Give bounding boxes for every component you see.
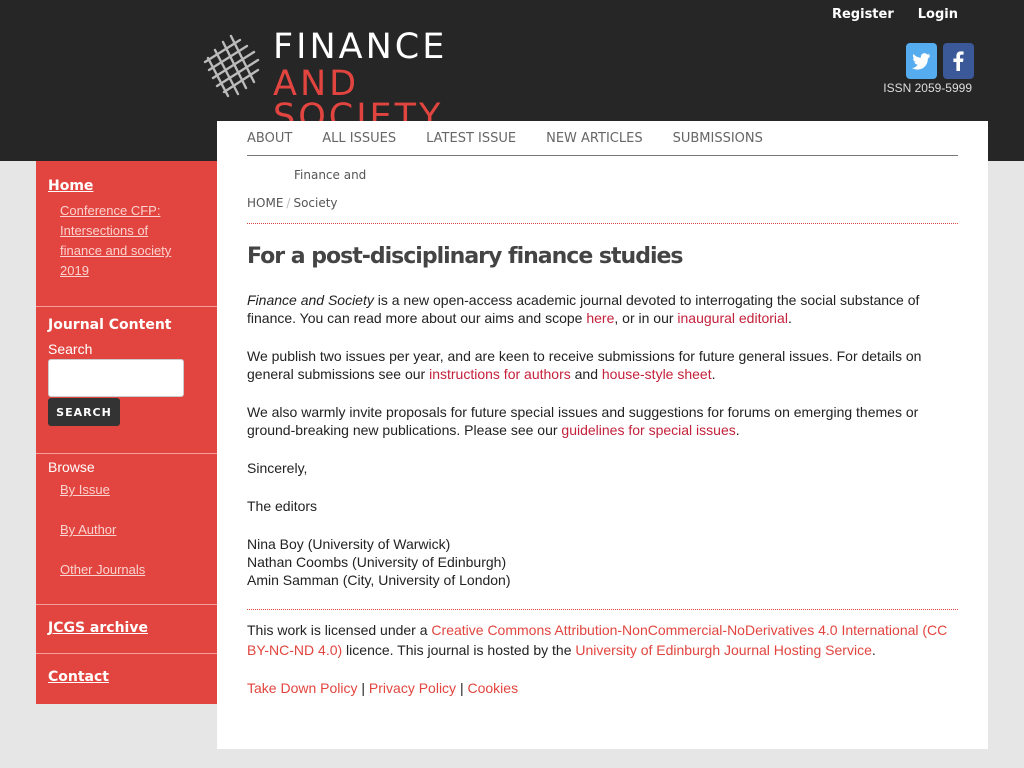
browse-heading: Browse — [48, 459, 95, 475]
nav-latest-issue[interactable]: LATEST ISSUE — [426, 131, 516, 146]
cookies-link[interactable]: Cookies — [467, 680, 518, 696]
instructions-for-authors-link[interactable]: instructions for authors — [429, 366, 571, 382]
special-issues-guidelines-link[interactable]: guidelines for special issues — [561, 422, 735, 438]
search-label: Search — [48, 341, 93, 357]
sidebar-journal-content-section: Journal Content Search SEARCH — [36, 307, 217, 454]
sidebar-item-conference-cfp[interactable]: Conference CFP: Intersections of finance… — [36, 201, 186, 281]
nav-all-issues[interactable]: ALL ISSUES — [322, 131, 396, 146]
license-text-1: This work is licensed under a — [247, 622, 432, 638]
policy-separator: | — [357, 680, 369, 696]
sidebar-home-section: Home Conference CFP: Intersections of fi… — [36, 161, 217, 307]
license-text-3: . — [871, 642, 876, 658]
browse-by-issue[interactable]: By Issue — [36, 480, 217, 500]
sidebar-item-home[interactable]: Home — [36, 178, 217, 194]
submissions-text-3: . — [711, 366, 716, 382]
main-nav: ABOUT ALL ISSUES LATEST ISSUE NEW ARTICL… — [247, 121, 958, 156]
main-content: ABOUT ALL ISSUES LATEST ISSUE NEW ARTICL… — [217, 121, 988, 749]
sidebar-item-jcgs-archive[interactable]: JCGS archive — [36, 620, 217, 636]
logo-word-society: SOCIETY — [273, 97, 444, 122]
login-link[interactable]: Login — [918, 7, 958, 22]
logo-word-finance: FINANCE — [273, 30, 448, 67]
sidebar-jcgs-section: JCGS archive — [36, 605, 217, 654]
editor-name: Amin Samman (City, University of London) — [247, 572, 511, 588]
page-title: For a post-disciplinary finance studies — [247, 244, 684, 269]
journal-title-em: Finance and Society — [247, 292, 374, 308]
hosting-service-link[interactable]: University of Edinburgh Journal Hosting … — [575, 642, 871, 658]
logo-mark-icon — [203, 34, 260, 98]
intro-paragraph: Finance and Society is a new open-access… — [247, 291, 958, 327]
breadcrumb-current: Society — [293, 196, 338, 210]
sidebar-browse-section: Browse By Issue By Author Other Journals — [36, 452, 217, 605]
license-text-2: licence. This journal is hosted by the — [342, 642, 576, 658]
nav-new-articles[interactable]: NEW ARTICLES — [546, 131, 642, 146]
intro-text-3: . — [787, 310, 792, 326]
intro-text-2: , or in our — [614, 310, 678, 326]
register-link[interactable]: Register — [832, 7, 894, 22]
journal-name-fragment: Finance and — [294, 168, 367, 182]
browse-by-author[interactable]: By Author — [36, 520, 217, 540]
page-body: Finance and Society is a new open-access… — [247, 291, 958, 589]
policy-separator: | — [456, 680, 468, 696]
journal-content-heading: Journal Content — [48, 317, 172, 333]
editors-line: The editors — [247, 498, 318, 514]
page-footer: This work is licensed under a Creative C… — [247, 609, 958, 698]
special-issues-text-2: . — [735, 422, 740, 438]
submissions-paragraph: We publish two issues per year, and are … — [247, 347, 958, 383]
breadcrumb-home[interactable]: HOME — [247, 196, 283, 210]
sincerely-line: Sincerely, — [247, 460, 308, 476]
sidebar-item-contact[interactable]: Contact — [36, 669, 217, 685]
editor-name: Nathan Coombs (University of Edinburgh) — [247, 554, 507, 570]
policy-links: Take Down Policy | Privacy Policy | Cook… — [247, 678, 958, 698]
take-down-policy-link[interactable]: Take Down Policy — [247, 680, 358, 696]
breadcrumb: HOME / Society — [247, 196, 958, 224]
browse-other-journals[interactable]: Other Journals — [36, 560, 217, 580]
twitter-icon[interactable] — [906, 43, 937, 79]
issn-label: ISSN 2059-5999 — [883, 81, 972, 95]
sidebar: Home Conference CFP: Intersections of fi… — [36, 161, 217, 704]
editor-names: Nina Boy (University of Warwick) Nathan … — [247, 535, 958, 589]
inaugural-editorial-link[interactable]: inaugural editorial — [677, 310, 788, 326]
aims-scope-link[interactable]: here — [586, 310, 614, 326]
sidebar-contact-section: Contact — [36, 654, 217, 685]
nav-submissions[interactable]: SUBMISSIONS — [673, 131, 763, 146]
facebook-icon[interactable] — [943, 43, 974, 79]
breadcrumb-separator: / — [286, 196, 291, 210]
search-button[interactable]: SEARCH — [48, 398, 120, 426]
editor-name: Nina Boy (University of Warwick) — [247, 536, 451, 552]
special-issues-paragraph: We also warmly invite proposals for futu… — [247, 403, 958, 439]
nav-about[interactable]: ABOUT — [247, 131, 292, 146]
privacy-policy-link[interactable]: Privacy Policy — [369, 680, 456, 696]
submissions-text-2: and — [570, 366, 602, 382]
house-style-sheet-link[interactable]: house-style sheet — [602, 366, 712, 382]
social-links — [906, 43, 974, 79]
site-logo[interactable]: FINANCE AND SOCIETY — [200, 30, 470, 121]
search-input[interactable] — [48, 359, 184, 397]
license-notice: This work is licensed under a Creative C… — [247, 620, 958, 660]
account-links: Register Login — [832, 7, 958, 22]
